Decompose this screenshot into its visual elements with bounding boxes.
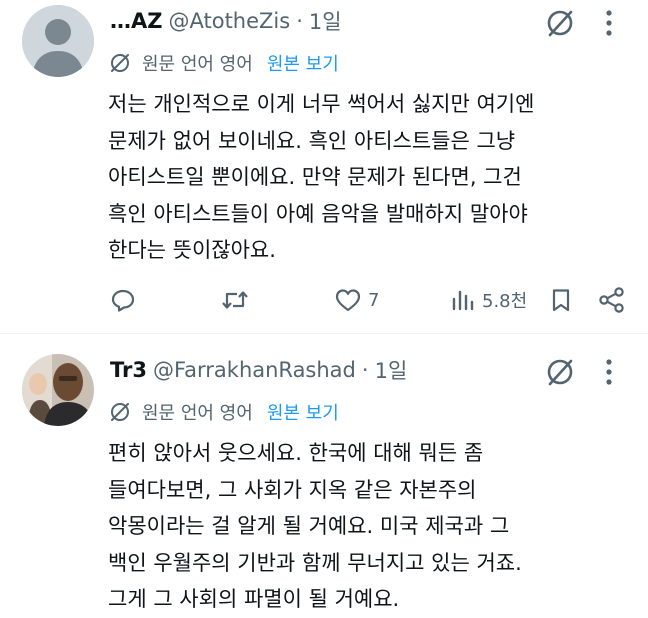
more-icon[interactable]: [603, 9, 615, 37]
tweet-text: 저는 개인적으로 이게 너무 썩어서 싫지만 여기엔 문제가 없어 보이네요. …: [108, 86, 628, 269]
tweet-text-line: 들여다보면, 그 사회가 지옥 같은 자본주의: [108, 477, 477, 502]
tweet-text-line: 백인 우월주의 기반과 함께 무너지고 있는 거죠.: [108, 550, 522, 575]
views-button[interactable]: 5.8천: [450, 284, 527, 316]
default-avatar: [22, 5, 94, 77]
user-photo: [22, 354, 94, 426]
tweet-1[interactable]: …AZ @AtotheZis · 1일 원문 언어 영어 원본 보기 저는 개인…: [0, 0, 648, 333]
bookmark-icon: [552, 289, 570, 312]
user-handle[interactable]: @AtotheZis: [168, 9, 290, 33]
view-count: 5.8천: [482, 291, 528, 312]
tweet-header: …AZ @AtotheZis · 1일: [110, 4, 342, 38]
tweet-text-line: 한다는 뜻이잖아요.: [108, 238, 276, 262]
like-icon: [335, 289, 361, 312]
views-icon: [452, 290, 474, 311]
translate-icon: [111, 403, 129, 421]
tweet-text-line: 문제가 없어 보이네요. 흑인 아티스트들은 그냥: [108, 128, 516, 153]
like-button[interactable]: 7: [334, 284, 379, 316]
separator-dot: ·: [296, 9, 303, 33]
tweet-text-line: 저는 개인적으로 이게 너무 썩어서 싫지만 여기엔: [108, 92, 535, 116]
separator-dot: ·: [361, 358, 369, 382]
tweet-text: 편히 앉아서 웃으세요. 한국에 대해 뭐든 좀 들여다보면, 그 사회가 지옥…: [108, 435, 628, 618]
grok-icon[interactable]: [544, 356, 576, 388]
display-name[interactable]: …AZ: [110, 9, 162, 33]
more-icon[interactable]: [603, 358, 615, 386]
translation-notice: 원문 언어 영어 원본 보기: [108, 48, 339, 78]
timestamp[interactable]: 1일: [375, 355, 408, 385]
avatar[interactable]: [22, 354, 94, 426]
tweet-text-line: 그게 그 사회의 파멸이 될 거예요.: [108, 587, 400, 611]
view-original-link[interactable]: 원본 보기: [267, 399, 339, 425]
tweet-2[interactable]: Tr3 @FarrakhanRashad · 1일 원문 언어 영어 원본 보기…: [0, 334, 648, 618]
timestamp[interactable]: 1일: [309, 6, 342, 36]
tweet-text-line: 악몽이라는 걸 알게 될 거예요. 미국 제국과 그: [108, 514, 510, 538]
retweet-button[interactable]: [220, 284, 250, 316]
reply-icon: [111, 289, 135, 312]
share-icon: [599, 287, 624, 313]
view-original-link[interactable]: 원본 보기: [267, 50, 339, 76]
translation-notice: 원문 언어 영어 원본 보기: [108, 397, 339, 427]
tweet-text-line: 흑인 아티스트들이 아예 음악을 발매하지 말아야: [108, 201, 528, 226]
share-button[interactable]: [598, 284, 626, 316]
bookmark-button[interactable]: [550, 284, 572, 316]
tweet-header: Tr3 @FarrakhanRashad · 1일: [110, 353, 407, 387]
translation-label: 원문 언어 영어: [142, 54, 253, 75]
retweet-icon: [222, 291, 248, 309]
display-name[interactable]: Tr3: [110, 358, 147, 382]
avatar[interactable]: [22, 5, 94, 77]
like-count: 7: [368, 289, 380, 311]
translate-icon: [111, 54, 129, 72]
tweet-text-line: 편히 앉아서 웃으세요. 한국에 대해 뭐든 좀: [108, 441, 484, 465]
tweet-actions: 7 5.8천: [0, 284, 648, 316]
translation-label: 원문 언어 영어: [142, 403, 253, 424]
user-handle[interactable]: @FarrakhanRashad: [153, 358, 356, 382]
reply-button[interactable]: [110, 284, 136, 316]
grok-icon[interactable]: [544, 7, 576, 39]
tweet-text-line: 아티스트일 뿐이에요. 만약 문제가 된다면, 그건: [108, 165, 522, 189]
